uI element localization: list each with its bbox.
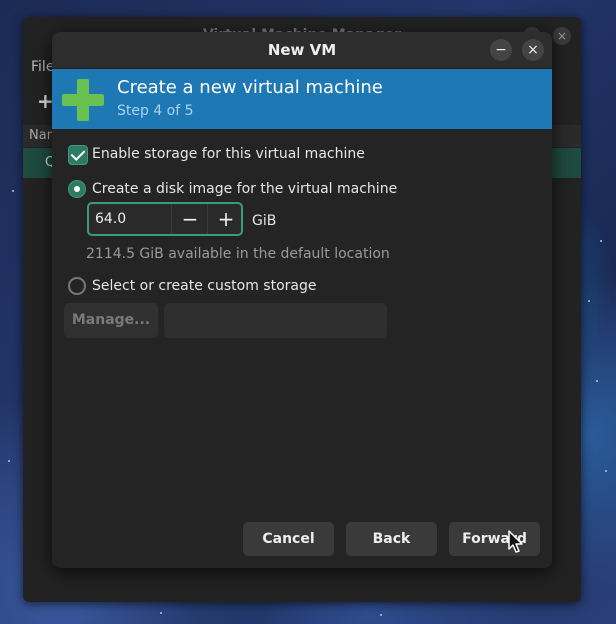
background-sparkle (160, 612, 162, 614)
disk-size-input[interactable] (89, 204, 171, 234)
background-sparkle (380, 614, 382, 616)
disk-size-unit: GiB (252, 213, 277, 229)
decrement-button[interactable]: − (171, 204, 208, 234)
close-button[interactable]: × (522, 39, 544, 61)
disk-image-radio[interactable] (68, 180, 86, 198)
minimize-button[interactable]: − (490, 39, 512, 61)
increment-button[interactable]: + (207, 204, 244, 234)
disk-image-label[interactable]: Create a disk image for the virtual mach… (92, 181, 397, 197)
plus-icon (62, 79, 104, 121)
custom-storage-label[interactable]: Select or create custom storage (92, 278, 317, 294)
background-sparkle (600, 240, 602, 242)
disk-size-stepper: − + (87, 202, 243, 236)
background-sparkle (8, 460, 10, 462)
storage-path-field[interactable] (164, 303, 387, 338)
dialog-titlebar: New VM − × (52, 32, 552, 68)
background-sparkle (596, 380, 598, 382)
custom-storage-radio[interactable] (68, 277, 86, 295)
wizard-title: Create a new virtual machine (117, 77, 383, 98)
dialog-title: New VM (267, 41, 337, 59)
back-button[interactable]: Back (346, 522, 437, 556)
enable-storage-checkbox[interactable] (68, 145, 88, 165)
forward-button[interactable]: Forward (449, 522, 540, 556)
parent-menu-file[interactable]: File (31, 59, 54, 75)
background-sparkle (588, 300, 590, 302)
wizard-step: Step 4 of 5 (117, 103, 194, 119)
cancel-button[interactable]: Cancel (243, 522, 334, 556)
mouse-cursor-icon (508, 530, 523, 553)
available-space-text: 2114.5 GiB available in the default loca… (86, 246, 390, 262)
manage-button[interactable]: Manage... (64, 303, 158, 338)
wizard-header: Create a new virtual machine Step 4 of 5 (52, 69, 552, 129)
background-sparkle (605, 470, 607, 472)
new-vm-dialog: New VM − × Create a new virtual machine … (52, 32, 552, 568)
enable-storage-label[interactable]: Enable storage for this virtual machine (92, 146, 365, 162)
background-sparkle (12, 190, 14, 192)
parent-close-button[interactable]: × (553, 27, 571, 45)
